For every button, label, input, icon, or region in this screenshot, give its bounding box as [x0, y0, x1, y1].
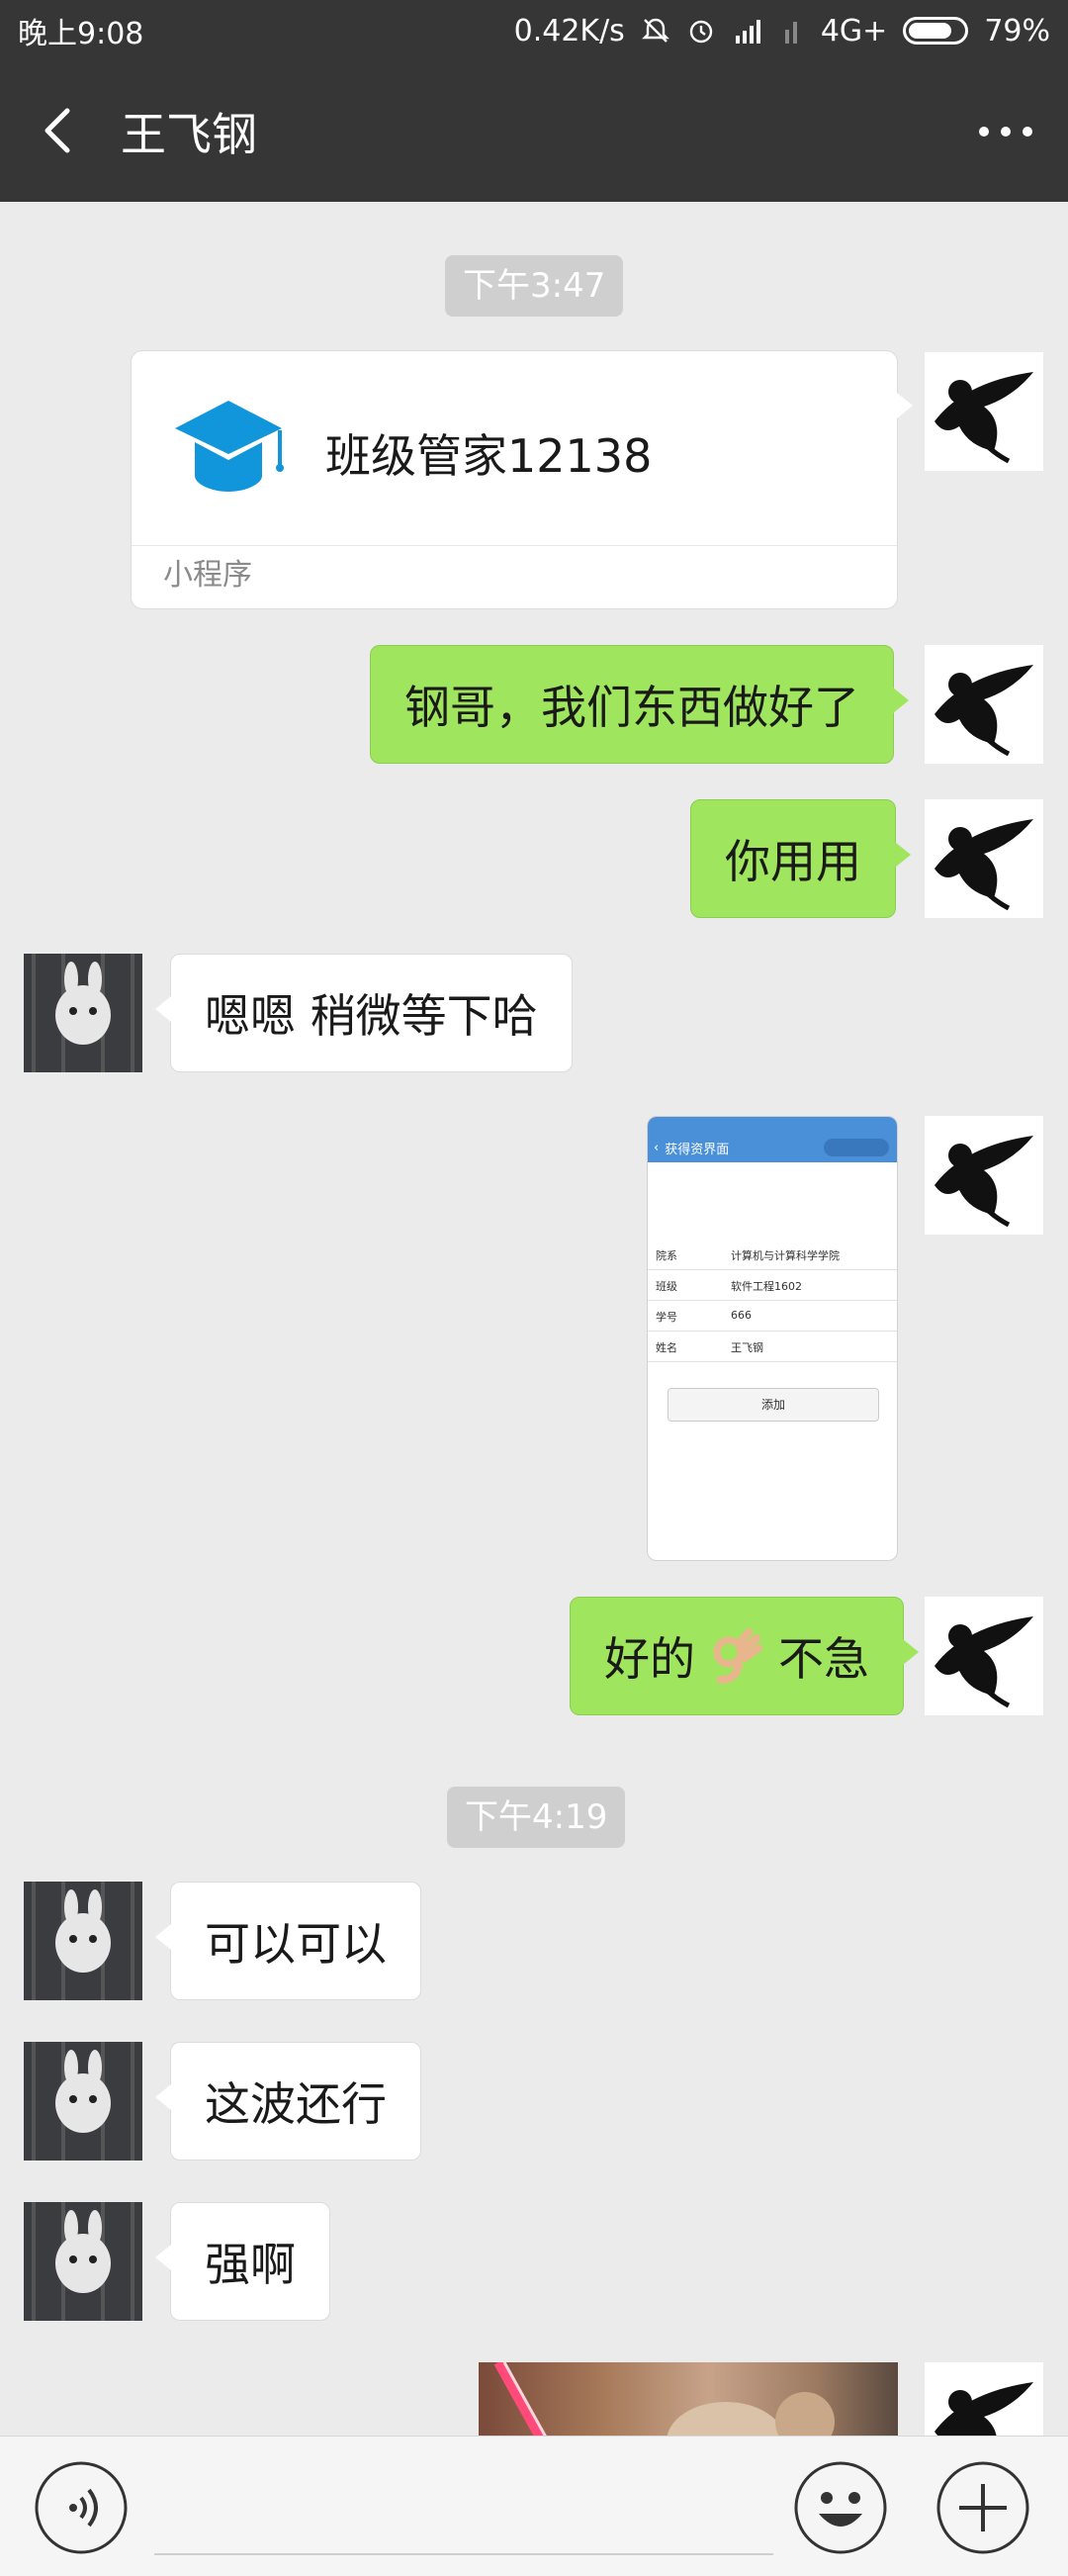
input-bar	[0, 2436, 1068, 2576]
voice-icon[interactable]	[34, 2460, 129, 2555]
contact-avatar[interactable]	[24, 2042, 142, 2161]
contact-avatar[interactable]	[24, 1882, 142, 2000]
message-bubble-received[interactable]: 可以可以	[155, 1882, 421, 2000]
chat-title: 王飞钢	[121, 108, 257, 161]
ok-hand-emoji-icon	[709, 1628, 764, 1684]
message-bubble-received[interactable]: 嗯嗯 稍微等下哈	[155, 954, 573, 1072]
screenshot-nav-title: 获得资界面	[665, 1142, 730, 1157]
my-avatar[interactable]	[925, 352, 1043, 471]
battery-icon	[903, 17, 969, 45]
my-avatar[interactable]	[925, 2362, 1043, 2436]
message-bubble-sent[interactable]: 你用用	[690, 799, 911, 918]
my-avatar[interactable]	[925, 1597, 1043, 1715]
contact-avatar[interactable]	[24, 2202, 142, 2321]
signal-hd-icon	[732, 16, 765, 46]
screenshot-row: 姓名 王飞钢	[648, 1332, 897, 1362]
status-right: 0.42K/s 4G+ 79%	[514, 14, 1050, 48]
image-message[interactable]: ‹ 获得资界面 院系 计算机与计算科学学院 班级 软件工程1602 学号 666 姓名…	[647, 1116, 898, 1561]
status-bar: 晚上9:08 0.42K/s 4G+ 79%	[0, 0, 1068, 61]
plus-icon[interactable]	[935, 2460, 1030, 2555]
timestamp: 下午3:47	[445, 255, 624, 317]
mini-program-label: 小程序	[132, 545, 897, 608]
contact-avatar[interactable]	[24, 954, 142, 1072]
gif-image-message[interactable]	[479, 2362, 898, 2436]
emoji-icon[interactable]	[793, 2460, 888, 2555]
my-avatar[interactable]	[925, 1116, 1043, 1235]
mini-program-name: 班级管家12138	[325, 429, 653, 483]
screenshot-row: 学号 666	[648, 1301, 897, 1332]
chat-area[interactable]: 下午3:47 班级管家12138 小程序 钢哥，我们东西做好了 你用用 嗯嗯 稍…	[0, 202, 1068, 2436]
network-type: 4G+	[820, 13, 888, 48]
signal-2-icon	[781, 16, 805, 46]
screenshot-status-bar	[648, 1117, 897, 1133]
mute-bell-icon	[641, 16, 670, 46]
battery-percent: 79%	[984, 13, 1050, 48]
chat-header: 王飞钢	[0, 61, 1068, 202]
graduation-cap-icon	[169, 395, 288, 504]
net-speed: 0.42K/s	[513, 13, 625, 48]
message-bubble-sent[interactable]: 好的 不急	[570, 1597, 919, 1715]
message-bubble-received[interactable]: 这波还行	[155, 2042, 421, 2161]
screenshot-capsule	[824, 1139, 889, 1156]
more-dots-icon[interactable]	[971, 107, 1040, 156]
status-time: 晚上9:08	[18, 17, 144, 51]
my-avatar[interactable]	[925, 645, 1043, 764]
message-input[interactable]	[154, 2464, 773, 2555]
back-arrow-icon[interactable]	[30, 101, 89, 160]
screenshot-row: 班级 软件工程1602	[648, 1270, 897, 1301]
mini-program-card[interactable]: 班级管家12138 小程序	[131, 350, 913, 609]
timestamp: 下午4:19	[447, 1787, 626, 1848]
alarm-icon	[686, 16, 716, 46]
my-avatar[interactable]	[925, 799, 1043, 918]
screenshot-row: 院系 计算机与计算科学学院	[648, 1240, 897, 1270]
screenshot-nav-bar: ‹ 获得资界面	[648, 1133, 897, 1162]
message-bubble-sent[interactable]: 钢哥，我们东西做好了	[370, 645, 909, 764]
message-bubble-received[interactable]: 强啊	[155, 2202, 330, 2321]
screenshot-add-button: 添加	[668, 1388, 879, 1422]
message-text: 不急	[778, 1632, 869, 1686]
screenshot-back-icon: ‹	[654, 1140, 660, 1155]
message-text: 好的	[604, 1632, 695, 1686]
